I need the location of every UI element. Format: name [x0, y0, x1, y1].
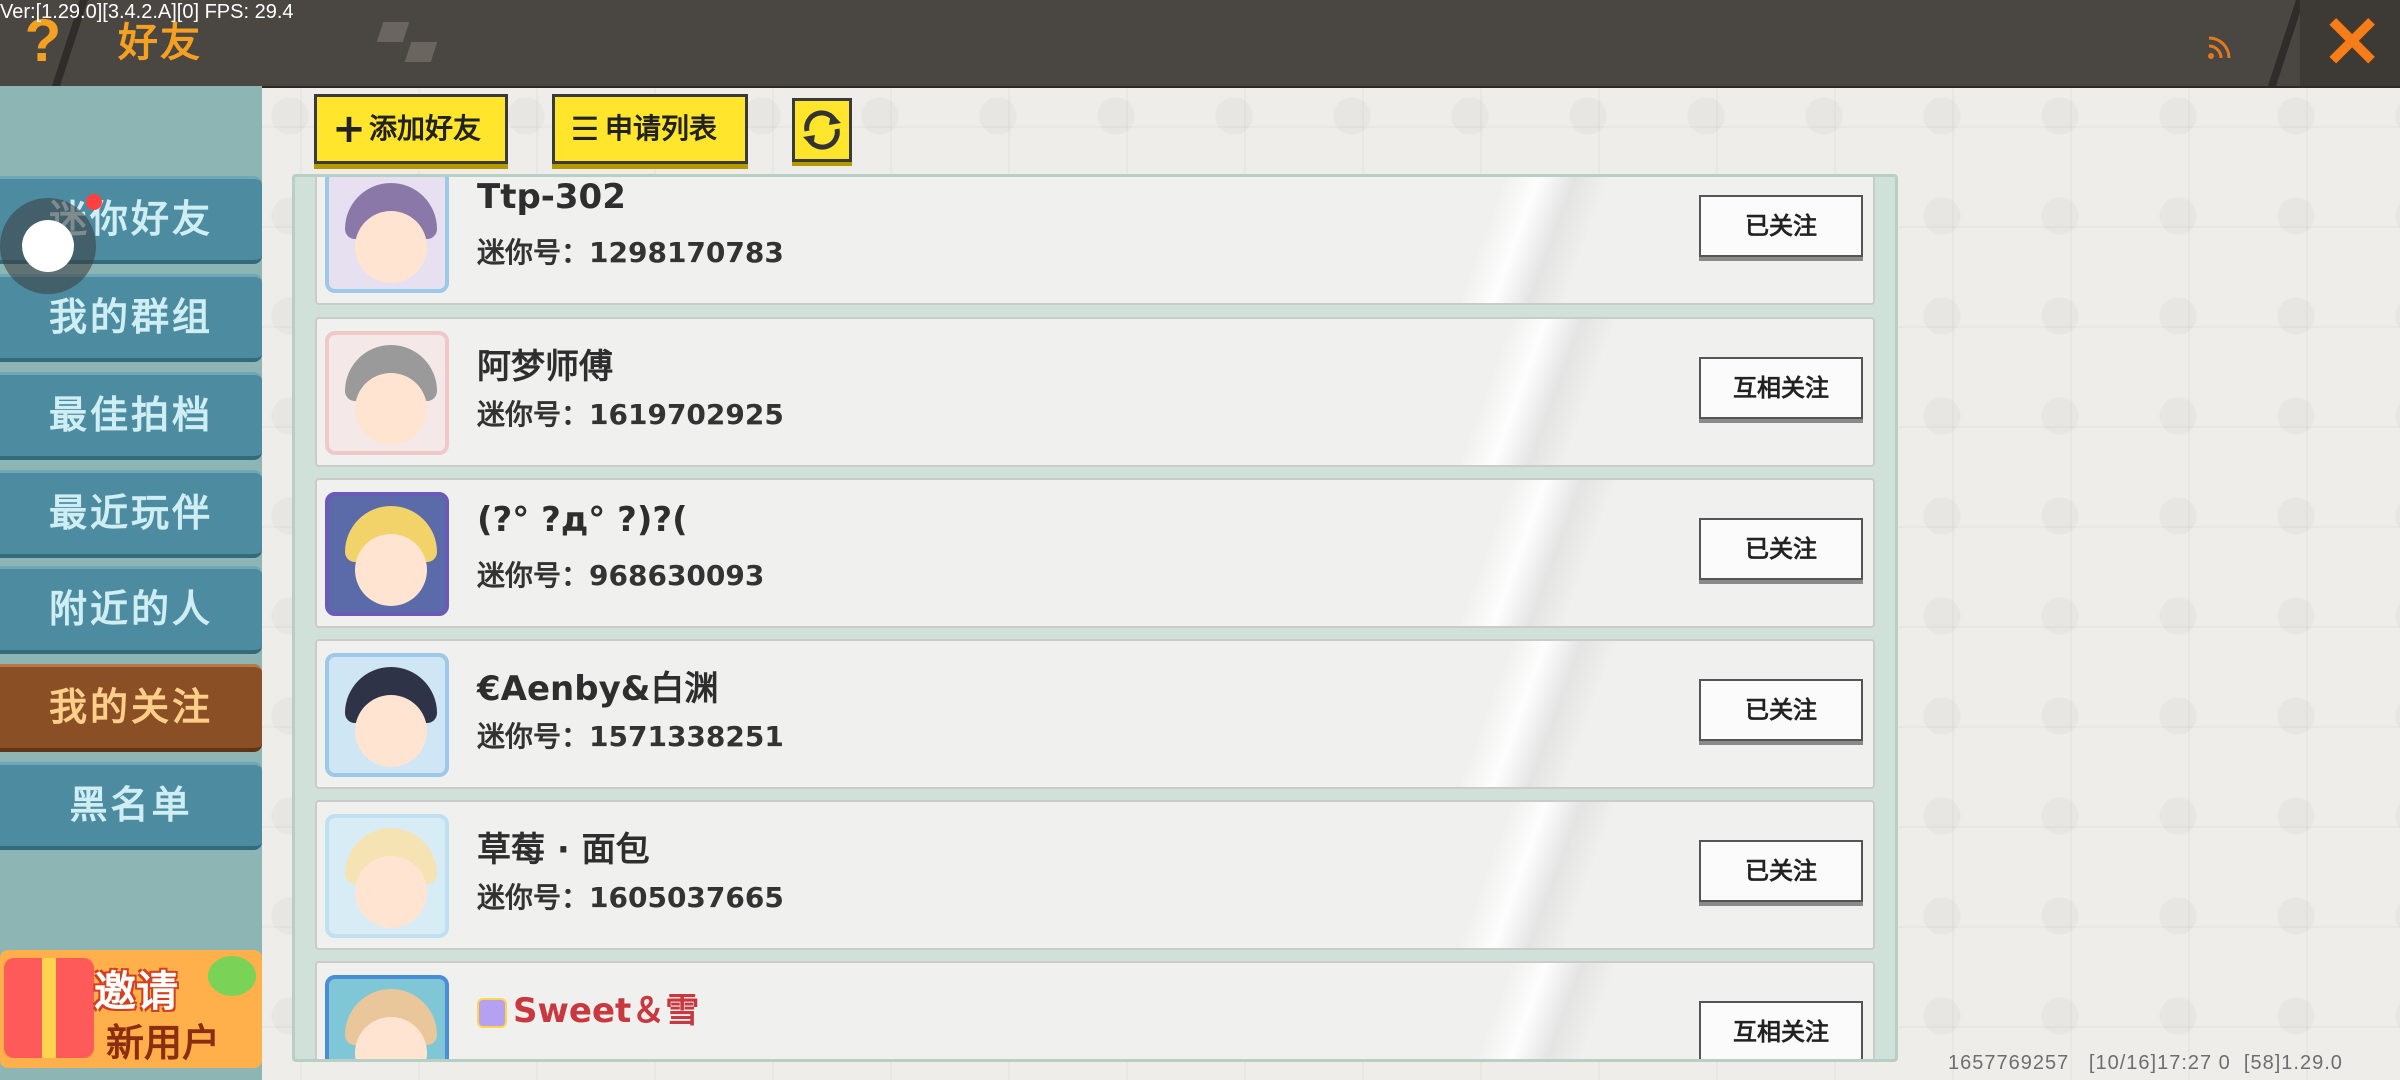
following-list[interactable]: Ttp-302 迷你号：1298170783 已关注 阿梦师傅 迷你号：1619… [292, 174, 1898, 1062]
invite-subtitle: 新用户 [106, 1021, 221, 1065]
list-item: 草莓 · 面包 迷你号：1605037665 已关注 [315, 800, 1875, 950]
avatar[interactable] [325, 331, 449, 455]
notification-dot [86, 194, 102, 210]
avatar[interactable] [325, 653, 449, 777]
avatar[interactable] [325, 975, 449, 1059]
sidebar-item-best-partners[interactable]: 最佳拍档 [0, 372, 262, 460]
signal-icon [2208, 36, 2231, 59]
friend-id: 迷你号：1298170783 [477, 236, 784, 269]
sidebar-item-blacklist[interactable]: 黑名单 [0, 762, 262, 850]
friend-id: 迷你号：1605037665 [477, 881, 784, 914]
friend-id: 迷你号：1571338251 [477, 720, 784, 753]
invite-banner[interactable]: 邀请 新用户 [0, 950, 262, 1068]
avatar[interactable] [325, 814, 449, 938]
list-item: €Aenby&白渊 迷你号：1571338251 已关注 [315, 639, 1875, 789]
list-item: Ttp-302 迷你号：1298170783 已关注 [315, 177, 1875, 305]
friend-id: 迷你号：1619702925 [477, 398, 784, 431]
follow-status-button[interactable]: 已关注 [1699, 518, 1863, 580]
refresh-button[interactable] [792, 98, 852, 162]
close-button[interactable]: ✕ [2300, 0, 2400, 86]
sidebar-item-my-following[interactable]: 我的关注 [0, 664, 262, 752]
gift-icon [4, 958, 94, 1058]
vip-badge-icon [477, 997, 507, 1028]
friend-name: (?° ?д° ?)?( [477, 500, 688, 540]
add-friend-button[interactable]: + 添加好友 [314, 94, 508, 164]
sidebar-item-nearby[interactable]: 附近的人 [0, 566, 262, 654]
friend-id: 迷你号：968630093 [477, 559, 765, 592]
friend-name: 阿梦师傅 [477, 347, 613, 387]
follow-status-button[interactable]: 互相关注 [1699, 1001, 1863, 1059]
follow-status-button[interactable]: 已关注 [1699, 679, 1863, 741]
refresh-icon [803, 110, 841, 150]
list-item: (?° ?д° ?)?( 迷你号：968630093 已关注 [315, 478, 1875, 628]
friend-name: 草莓 · 面包 [477, 830, 650, 870]
wechat-icon [208, 956, 256, 996]
list-icon: ☰ [570, 110, 600, 148]
follow-status-button[interactable]: 互相关注 [1699, 357, 1863, 419]
add-friend-label: 添加好友 [369, 112, 482, 145]
friend-name: €Aenby&白渊 [477, 669, 719, 709]
list-item: Sweet＆雪 互相关注 [315, 961, 1875, 1059]
decoration [376, 22, 440, 62]
apply-list-label: 申请列表 [605, 112, 718, 145]
apply-list-button[interactable]: ☰ 申请列表 [552, 94, 748, 164]
sidebar-item-recent-players[interactable]: 最近玩伴 [0, 470, 262, 558]
avatar[interactable] [325, 492, 449, 616]
divider [2268, 0, 2304, 86]
footer-info: 1657769257 [10/16]17:27 0 [58]1.29.0 [1948, 1052, 2343, 1074]
top-bar: ? 好友 ✕ [0, 0, 2400, 88]
list-item: 阿梦师傅 迷你号：1619702925 互相关注 [315, 317, 1875, 467]
plus-icon: + [332, 106, 366, 152]
follow-status-button[interactable]: 已关注 [1699, 195, 1863, 257]
follow-status-button[interactable]: 已关注 [1699, 840, 1863, 902]
floating-assist-button[interactable] [0, 198, 96, 294]
friend-name: Sweet＆雪 [477, 983, 699, 1032]
friend-name: Ttp-302 [477, 177, 626, 217]
avatar[interactable] [325, 177, 449, 293]
close-icon: ✕ [2322, 3, 2383, 83]
invite-title: 邀请 [94, 967, 179, 1016]
version-text: Ver:[1.29.0][3.4.2.A][0] FPS: 29.4 [0, 1, 294, 23]
